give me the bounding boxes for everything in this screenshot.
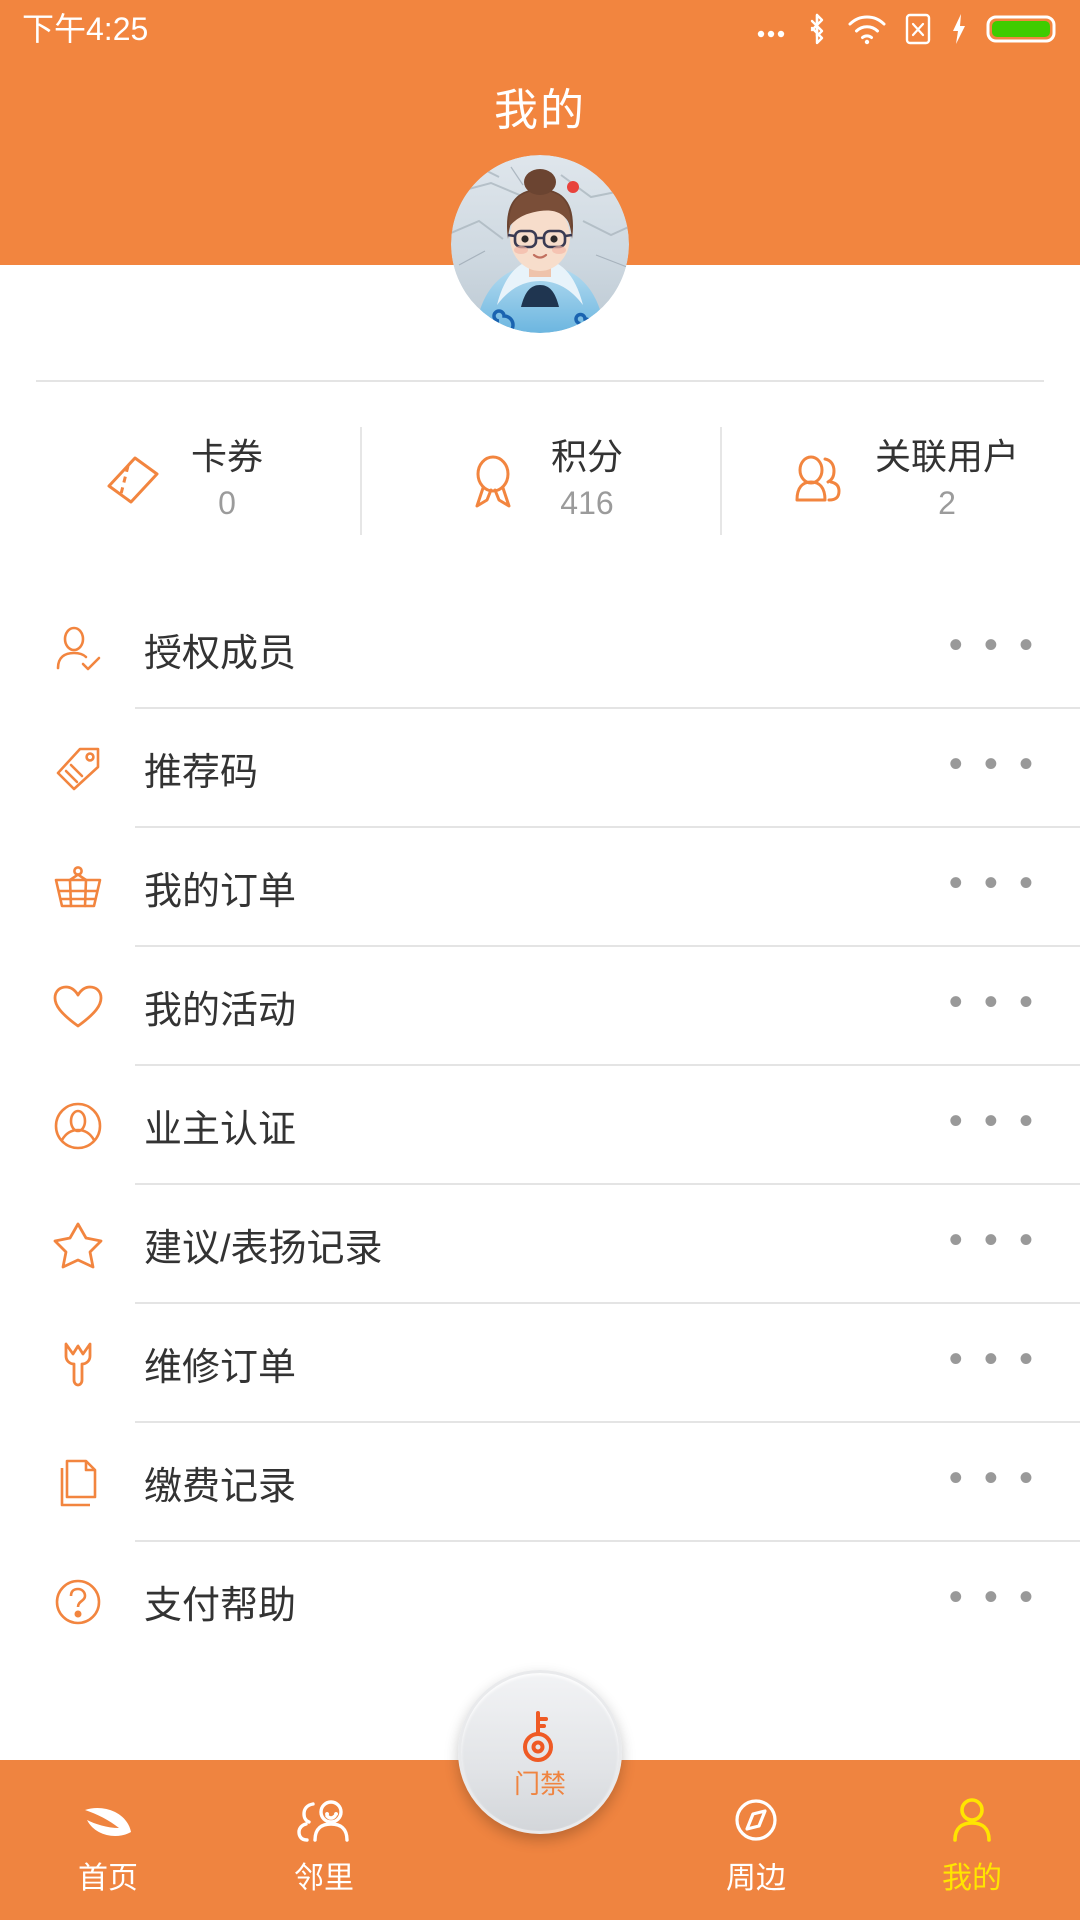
tab-nearby[interactable]: 周边 [648, 1760, 864, 1920]
fab-label: 门禁 [513, 1769, 566, 1799]
menu-item-payment-help[interactable]: 支付帮助 • • • [0, 1542, 1080, 1661]
user-check-icon [50, 622, 106, 678]
profile-person-icon [953, 1798, 991, 1842]
menu-list: 授权成员 • • • 推荐码 • • • 我的订单 • • • 我的活动 • •… [0, 590, 1080, 1661]
charging-bolt-icon [948, 11, 970, 47]
tab-label: 周边 [726, 1862, 786, 1895]
bluetooth-icon [804, 11, 830, 47]
menu-item-label: 业主认证 [144, 1109, 297, 1151]
stat-text-group: 卡券 0 [191, 434, 263, 527]
wrench-icon [50, 1336, 106, 1392]
menu-item-suggestion-praise-records[interactable]: 建议/表扬记录 • • • [0, 1185, 1080, 1304]
menu-item-authorized-members[interactable]: 授权成员 • • • [0, 590, 1080, 709]
menu-more-dots-icon[interactable]: • • • [949, 1101, 1038, 1151]
owner-verify-icon [50, 1098, 106, 1154]
avatar-divider [36, 380, 1044, 382]
menu-more-dots-icon[interactable]: • • • [949, 1220, 1038, 1270]
menu-item-label: 我的订单 [144, 871, 297, 913]
menu-item-label: 我的活动 [144, 990, 297, 1032]
tab-label: 我的 [942, 1862, 1002, 1895]
avatar[interactable] [451, 155, 629, 333]
compass-icon [735, 1799, 777, 1841]
payment-help-icon [50, 1574, 106, 1630]
heart-icon [50, 979, 106, 1035]
stat-label: 关联用户 [874, 435, 1019, 477]
stat-coupons[interactable]: 卡券 0 [0, 415, 360, 545]
status-time: 下午4:25 [22, 11, 149, 47]
menu-item-label: 缴费记录 [144, 1466, 297, 1508]
status-icons [754, 11, 1058, 47]
menu-more-dots-icon[interactable]: • • • [949, 1458, 1038, 1508]
menu-more-dots-icon[interactable]: • • • [949, 863, 1038, 913]
tab-label: 邻里 [294, 1862, 354, 1895]
menu-more-dots-icon[interactable]: • • • [949, 625, 1038, 675]
star-icon [50, 1217, 106, 1273]
tab-profile[interactable]: 我的 [864, 1760, 1080, 1920]
stat-label: 积分 [550, 435, 623, 477]
menu-item-label: 授权成员 [144, 633, 297, 675]
basket-icon [50, 860, 106, 916]
stat-linked-users[interactable]: 关联用户 2 [720, 415, 1080, 545]
sim-x-icon [904, 11, 932, 47]
door-access-fab-button[interactable]: 门禁 [458, 1670, 622, 1834]
tag-icon [50, 741, 106, 797]
stat-text-group: 关联用户 2 [875, 434, 1019, 527]
menu-more-dots-icon[interactable]: • • • [949, 1577, 1038, 1627]
tab-home[interactable]: 首页 [0, 1760, 216, 1920]
menu-item-repair-orders[interactable]: 维修订单 • • • [0, 1304, 1080, 1423]
door-key-icon [523, 1711, 553, 1762]
document-icon [50, 1455, 106, 1511]
stat-value: 416 [560, 484, 614, 521]
menu-item-label: 支付帮助 [144, 1585, 297, 1627]
menu-item-owner-verification[interactable]: 业主认证 • • • [0, 1066, 1080, 1185]
neighbors-icon [297, 1800, 349, 1842]
menu-item-referral-code[interactable]: 推荐码 • • • [0, 709, 1080, 828]
menu-item-my-orders[interactable]: 我的订单 • • • [0, 828, 1080, 947]
menu-item-label: 建议/表扬记录 [144, 1228, 383, 1270]
stat-points[interactable]: 积分 416 [360, 415, 720, 545]
page-title: 我的 [494, 86, 586, 135]
menu-more-dots-icon[interactable]: • • • [949, 1339, 1038, 1389]
stat-value: 2 [938, 484, 956, 521]
home-leaf-icon [85, 1808, 131, 1836]
tab-label: 首页 [78, 1862, 138, 1895]
tab-neighborhood[interactable]: 邻里 [216, 1760, 432, 1920]
battery-icon [986, 11, 1058, 47]
menu-more-dots-icon[interactable]: • • • [949, 744, 1038, 794]
linked-users-icon [795, 455, 841, 502]
stat-label: 卡券 [190, 435, 263, 477]
stat-value: 0 [218, 484, 236, 521]
menu-item-label: 维修订单 [144, 1347, 297, 1389]
menu-item-payment-records[interactable]: 缴费记录 • • • [0, 1423, 1080, 1542]
stat-text-group: 积分 416 [551, 434, 623, 527]
menu-more-dots-icon[interactable]: • • • [949, 982, 1038, 1032]
menu-item-label: 推荐码 [144, 752, 259, 794]
award-medal-icon [475, 455, 511, 508]
coupon-ticket-icon [107, 456, 159, 504]
avatar-image [451, 155, 629, 333]
more-dots-icon [754, 12, 788, 46]
status-bar: 下午4:25 [0, 0, 1080, 58]
wifi-icon [846, 12, 888, 46]
menu-item-my-activities[interactable]: 我的活动 • • • [0, 947, 1080, 1066]
stats-row: 卡券 0 积分 416 关联用户 2 [0, 415, 1080, 545]
